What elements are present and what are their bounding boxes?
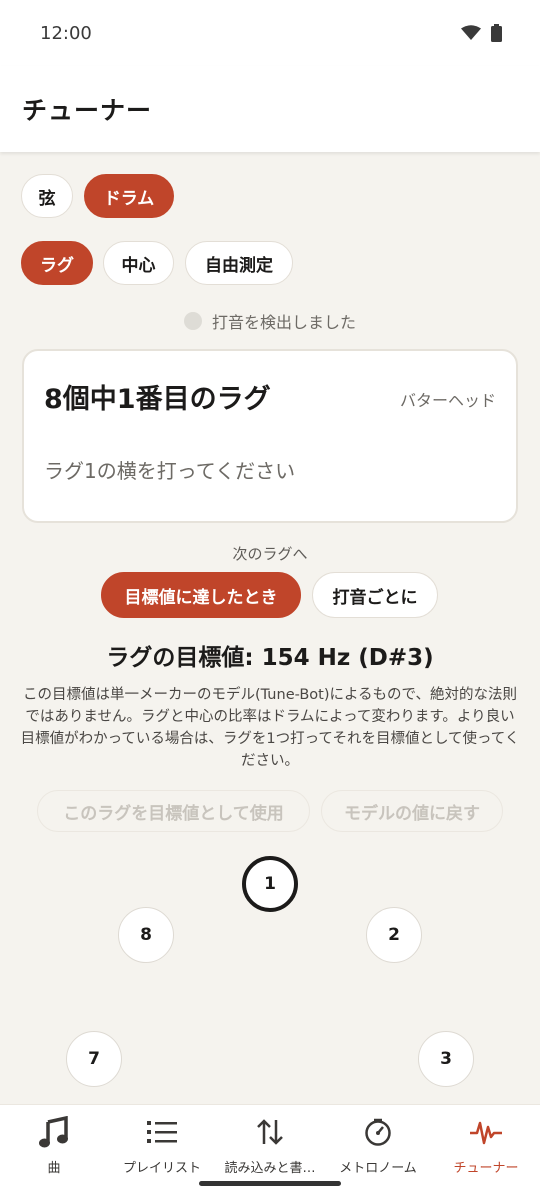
nav-songs[interactable]: 曲 — [0, 1105, 108, 1200]
next-lug-label: 次のラグへ — [232, 545, 308, 563]
lug-card: 8個中1番目のラグ バターヘッド ラグ1の横を打ってください — [22, 349, 518, 523]
target-description: この目標値は単一メーカーのモデル(Tune-Bot)によるもので、絶対的な法則で… — [20, 687, 520, 769]
lug-1[interactable]: 1 — [242, 856, 298, 912]
nav-metronome[interactable]: メトロノーム — [324, 1105, 432, 1200]
reset-model-button[interactable]: モデルの値に戻す — [321, 790, 503, 832]
lug-instruction: ラグ1の横を打ってください — [44, 459, 296, 483]
nav-tuner[interactable]: チューナー — [432, 1105, 540, 1200]
target-title: ラグの目標値: 154 Hz (D#3) — [106, 645, 434, 671]
detection-dot — [183, 312, 202, 330]
nav-label: 読み込みと書… — [224, 1161, 316, 1176]
list-icon — [147, 1115, 177, 1149]
lug-7[interactable]: 7 — [66, 1031, 122, 1087]
app-bar: チューナー — [0, 66, 540, 152]
detection-text: 打音を検出しました — [211, 313, 356, 332]
drum-head-label: バターヘッド — [399, 391, 496, 410]
tab-lug[interactable]: ラグ — [21, 241, 93, 285]
tab-strings[interactable]: 弦 — [21, 174, 73, 218]
home-indicator — [199, 1181, 341, 1186]
lug-8[interactable]: 8 — [118, 907, 174, 963]
nav-label: プレイリスト — [122, 1161, 201, 1176]
use-as-target-button[interactable]: このラグを目標値として使用 — [37, 790, 310, 832]
status-icons — [461, 24, 502, 42]
nav-label: メトロノーム — [339, 1161, 417, 1176]
tab-drums[interactable]: ドラム — [84, 174, 174, 218]
import-export-icon — [255, 1115, 285, 1149]
lug-card-title: 8個中1番目のラグ — [44, 384, 271, 415]
page-title: チューナー — [22, 96, 153, 125]
tuner-wave-icon — [470, 1115, 502, 1149]
nav-label: 曲 — [47, 1161, 61, 1176]
battery-icon — [491, 24, 502, 42]
status-bar: 12:00 — [0, 0, 540, 66]
lug-3[interactable]: 3 — [418, 1031, 474, 1087]
status-time: 12:00 — [40, 22, 92, 44]
tab-free-measure[interactable]: 自由測定 — [185, 241, 293, 285]
nav-label: チューナー — [453, 1161, 519, 1176]
lug-2[interactable]: 2 — [366, 907, 422, 963]
wifi-icon — [461, 25, 481, 40]
music-note-icon — [39, 1115, 69, 1149]
tab-center[interactable]: 中心 — [103, 241, 174, 285]
advance-each-hit-button[interactable]: 打音ごとに — [312, 572, 438, 618]
metronome-icon — [363, 1115, 393, 1149]
advance-on-target-button[interactable]: 目標値に達したとき — [101, 572, 301, 618]
detection-indicator: 打音を検出しました — [0, 309, 540, 333]
